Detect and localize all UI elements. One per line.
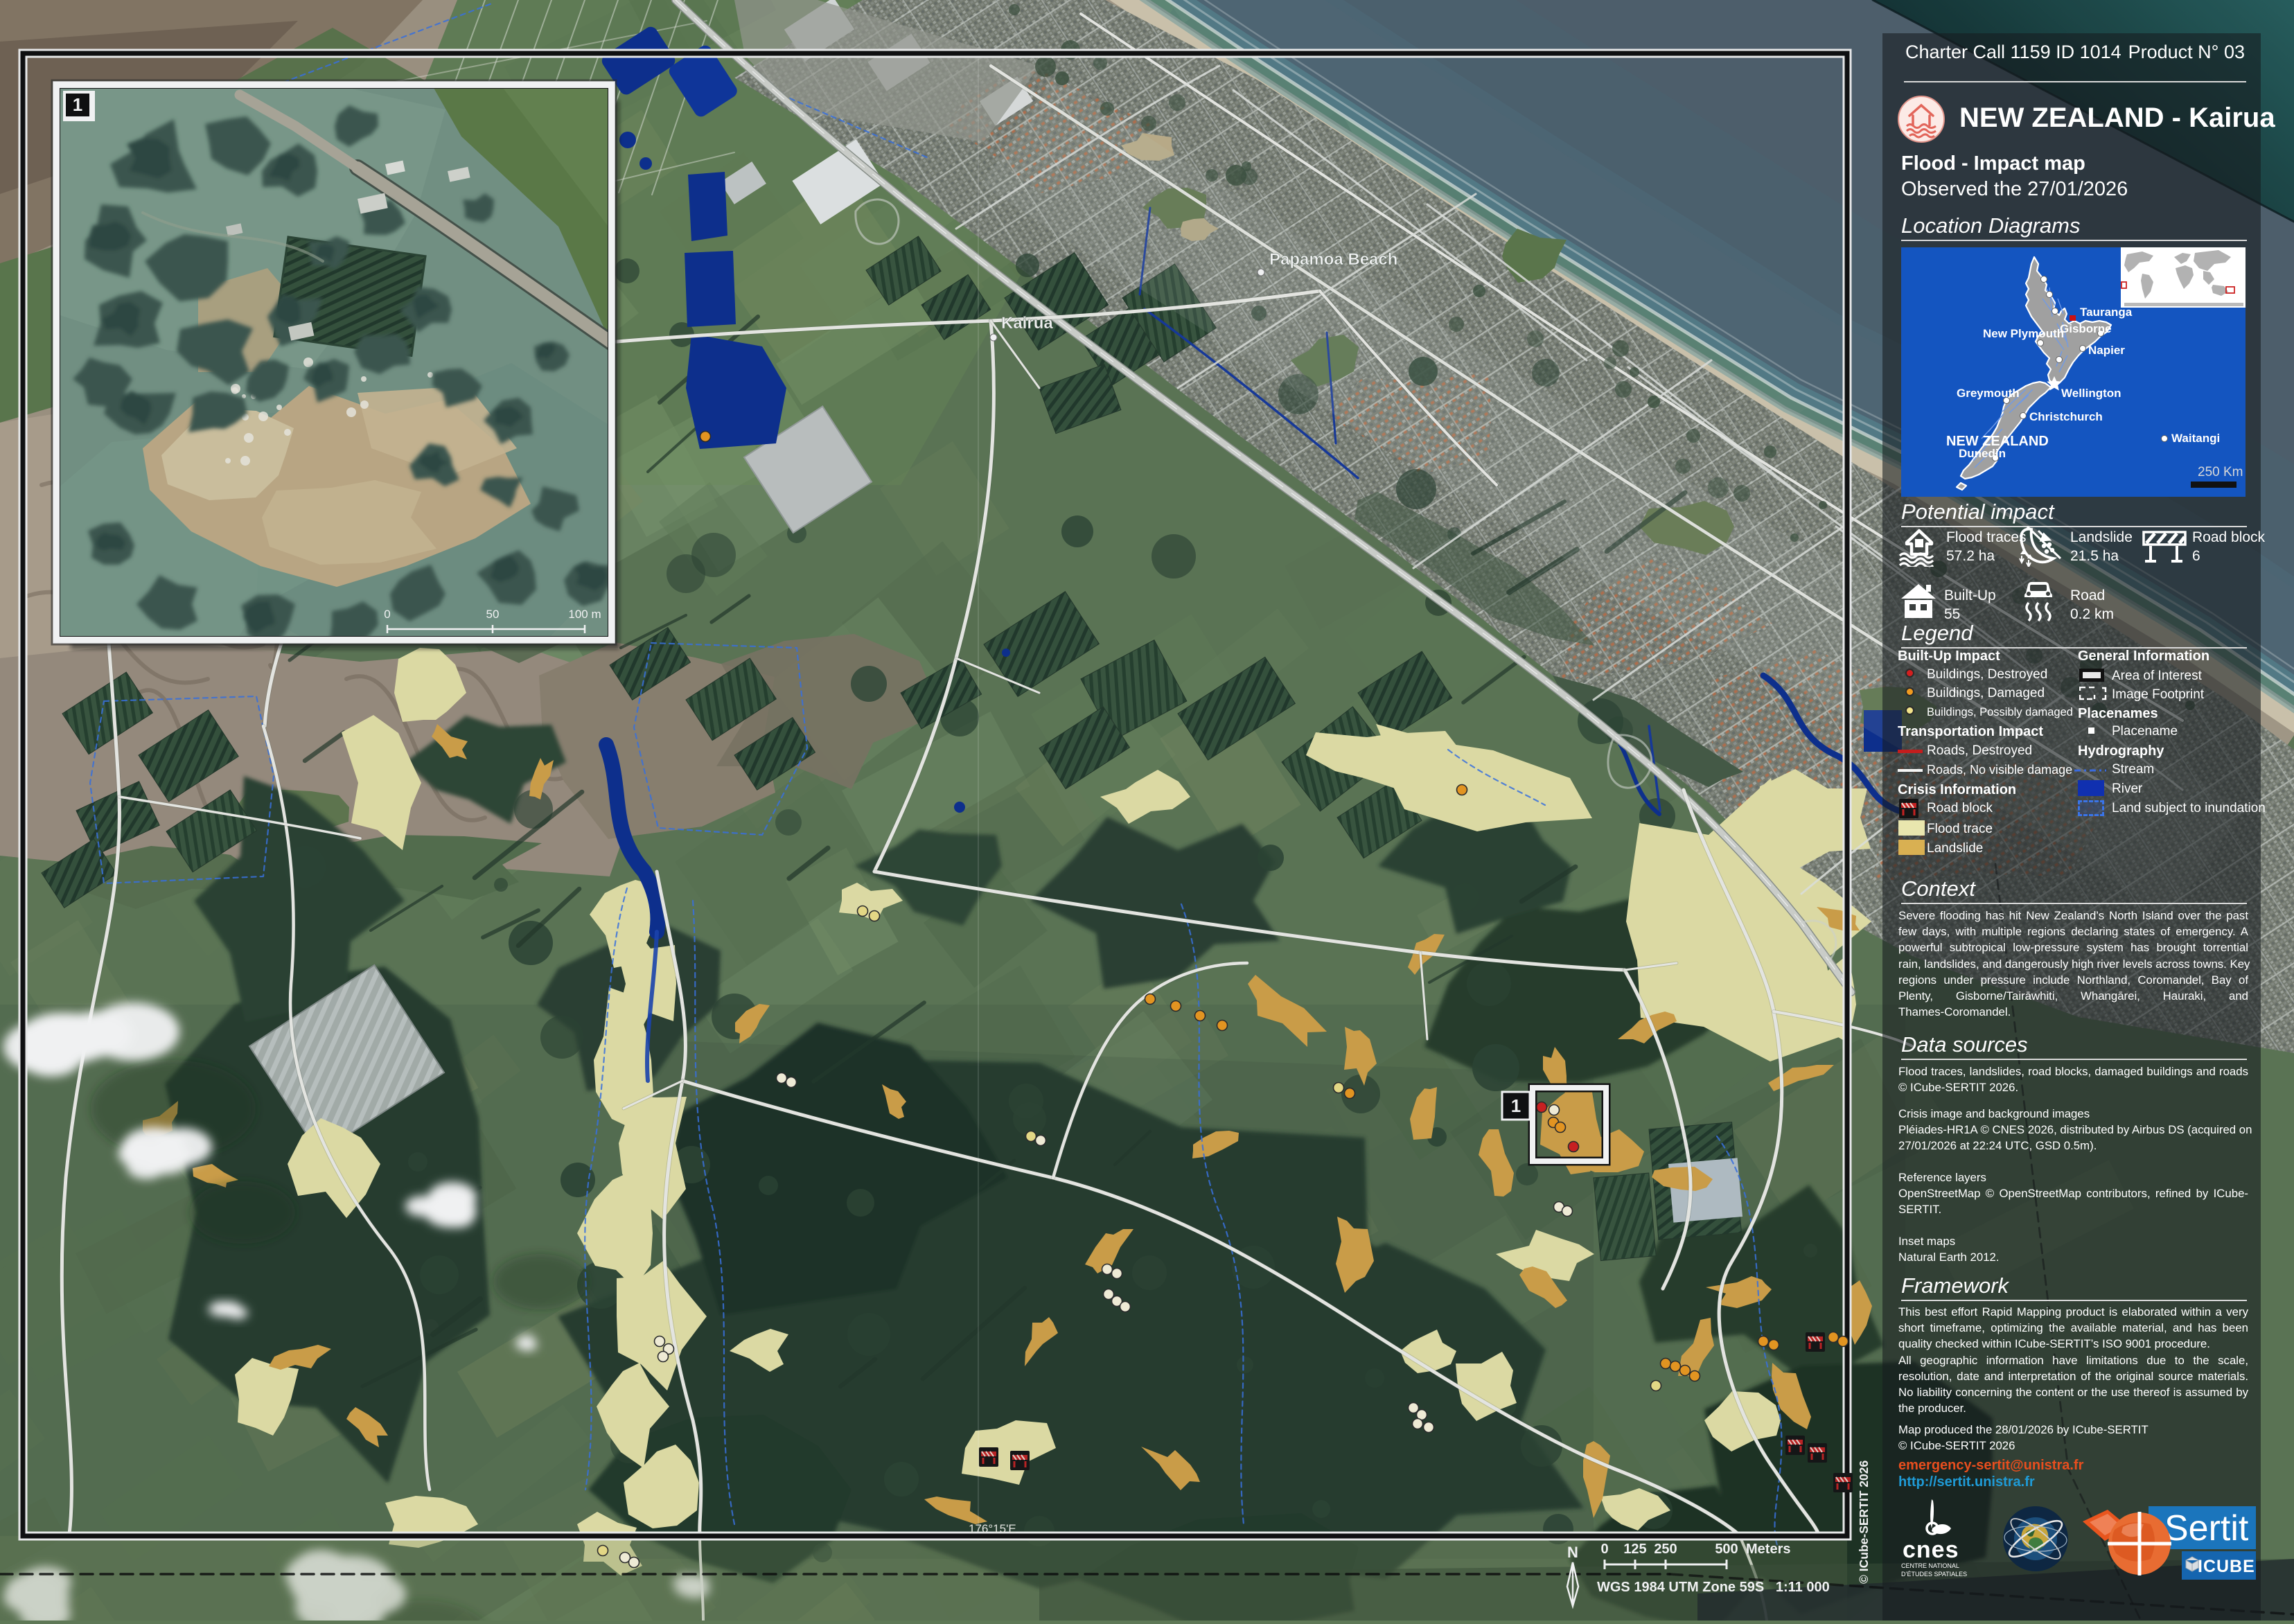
svg-text:ICUBE: ICUBE [2198, 1557, 2255, 1576]
svg-text:Napier: Napier [2088, 344, 2125, 357]
svg-text:New Plymouth: New Plymouth [1983, 327, 2064, 340]
svg-text:Dunedin: Dunedin [1959, 447, 2006, 460]
svg-text:250 Km: 250 Km [2198, 465, 2243, 479]
svg-text:Wellington: Wellington [2061, 387, 2121, 400]
svg-text:CENTRE NATIONAL: CENTRE NATIONAL [1901, 1562, 1959, 1569]
svg-text:Christchurch: Christchurch [2029, 410, 2103, 423]
svg-text:Greymouth: Greymouth [1957, 387, 2020, 400]
svg-text:cnes: cnes [1903, 1537, 1959, 1563]
svg-text:Gisborne: Gisborne [2060, 322, 2112, 335]
svg-text:D’ÉTUDES SPATIALES: D’ÉTUDES SPATIALES [1901, 1571, 1967, 1578]
svg-text:Waitangi: Waitangi [2171, 432, 2220, 445]
svg-text:Sertit: Sertit [2164, 1508, 2249, 1548]
